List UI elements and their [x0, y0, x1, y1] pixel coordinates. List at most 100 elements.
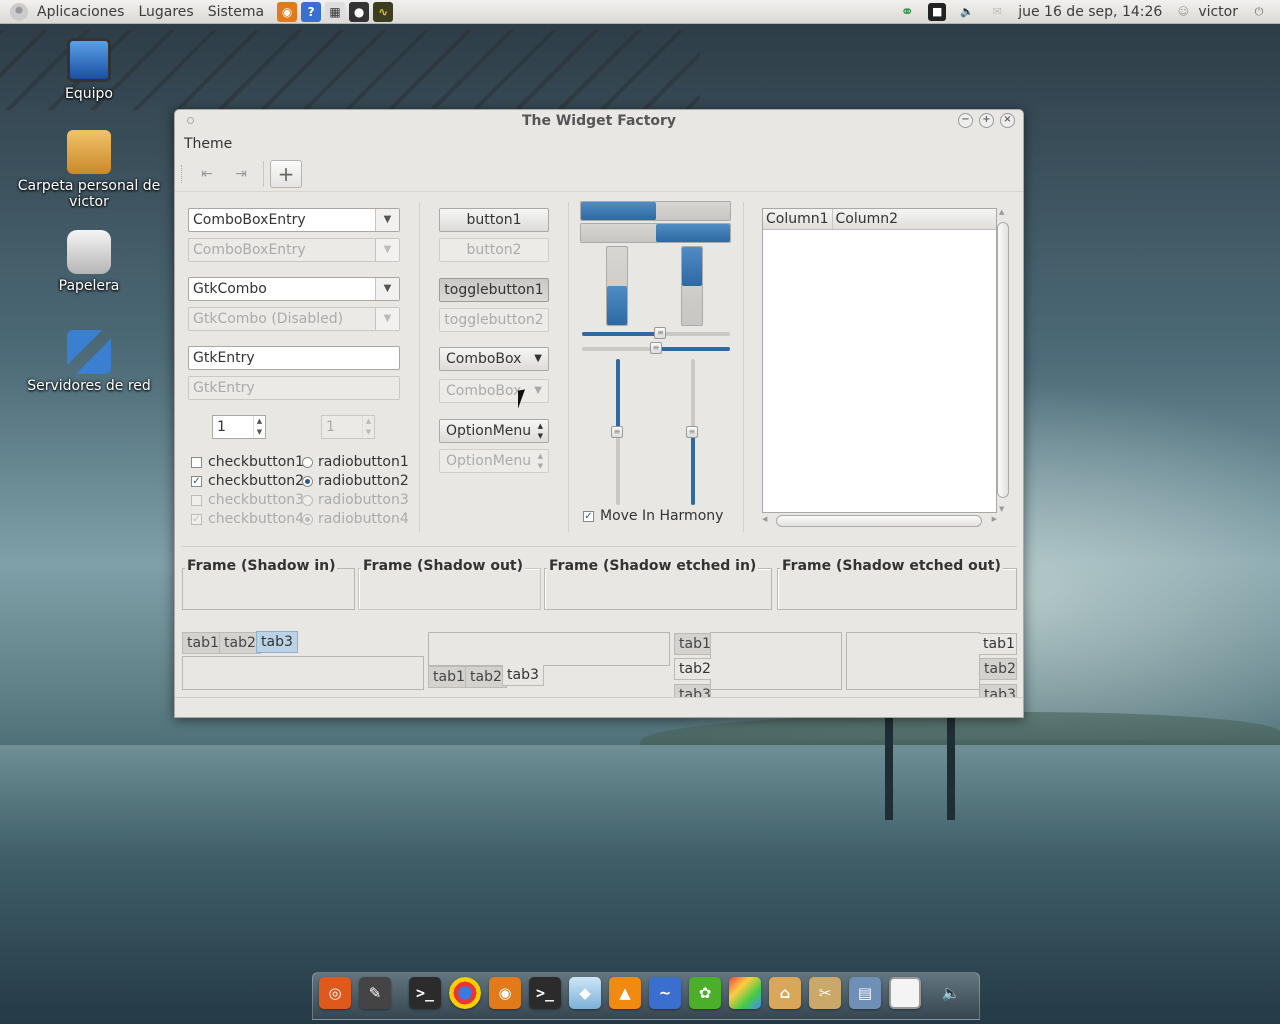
spin-button[interactable]: 1 ▲ ▼: [212, 415, 266, 439]
launcher-monitor-icon[interactable]: ∿: [373, 1, 394, 22]
dock-home-folder-icon[interactable]: ⌂: [769, 977, 801, 1009]
gtk-entry-disabled-text: GtkEntry: [193, 380, 255, 396]
maximize-icon[interactable]: +: [979, 113, 994, 128]
radio[interactable]: [302, 456, 313, 468]
column-header-2[interactable]: Column2: [833, 209, 902, 229]
checkbox[interactable]: [191, 456, 202, 468]
tab[interactable]: tab3: [979, 684, 1017, 698]
user-icon: ☺: [1177, 5, 1190, 18]
tab[interactable]: tab1: [182, 632, 224, 654]
radiobutton1[interactable]: radiobutton1: [302, 453, 409, 471]
combobox-entry[interactable]: ComboBoxEntry ▼: [188, 208, 400, 232]
dock-paint-icon[interactable]: [729, 977, 761, 1009]
tab[interactable]: tab3: [674, 684, 711, 698]
desktop-icon-home[interactable]: Carpeta personal de victor: [14, 130, 164, 210]
launcher-screenshot-icon[interactable]: ▦: [325, 1, 346, 22]
update-icon[interactable]: ■: [928, 2, 947, 21]
button1[interactable]: button1: [439, 208, 549, 232]
minimize-icon[interactable]: −: [958, 113, 973, 128]
tab[interactable]: tab1: [674, 633, 711, 655]
tab-selected[interactable]: tab3: [256, 631, 298, 653]
scale-handle[interactable]: ≡: [650, 342, 662, 354]
dock-gimp-icon[interactable]: ✎: [359, 977, 391, 1009]
desktop-icon-trash[interactable]: Papelera: [14, 230, 164, 294]
scroll-thumb[interactable]: [997, 222, 1009, 498]
close-icon[interactable]: ×: [1000, 113, 1015, 128]
column-header-1[interactable]: Column1: [763, 209, 833, 229]
tab[interactable]: tab2: [219, 632, 261, 654]
radio-selected[interactable]: [302, 475, 313, 487]
menu-places[interactable]: Lugares: [131, 4, 200, 20]
tree-vertical-scrollbar[interactable]: ▲ ▼: [996, 208, 1010, 513]
tab-current[interactable]: tab3: [502, 665, 544, 686]
menu-theme[interactable]: Theme: [184, 136, 232, 152]
scroll-down-icon[interactable]: ▼: [999, 505, 1004, 513]
window-menu-icon[interactable]: [187, 117, 194, 124]
goto-last-icon[interactable]: ⇥: [227, 161, 255, 187]
chevron-down-icon[interactable]: ▼: [375, 278, 399, 300]
vscale-1[interactable]: ≡: [611, 359, 623, 505]
chevron-down-icon[interactable]: ▼: [375, 209, 399, 231]
checkbox-checked[interactable]: ✓: [191, 475, 202, 487]
desktop-icon-computer[interactable]: Equipo: [14, 38, 164, 102]
dock-settings-icon[interactable]: ✿: [689, 977, 721, 1009]
scale-handle[interactable]: ≡: [611, 426, 623, 438]
scale-handle[interactable]: ≡: [686, 426, 698, 438]
spin-arrows-icon[interactable]: ▲ ▼: [253, 416, 265, 438]
toolbar-grip[interactable]: [181, 164, 185, 183]
goto-first-icon[interactable]: ⇤: [193, 161, 221, 187]
dock-volume-icon[interactable]: 🔈: [939, 977, 963, 1009]
tab[interactable]: tab2: [979, 658, 1017, 680]
dock-ubuntu-icon[interactable]: ◎: [319, 977, 351, 1009]
option-menu[interactable]: OptionMenu ▲ ▼: [439, 419, 549, 443]
checkbutton2[interactable]: ✓ checkbutton2: [191, 472, 304, 490]
dock-files-icon[interactable]: ▤: [849, 977, 881, 1009]
dock-chrome-icon[interactable]: [449, 977, 481, 1009]
gtk-combo[interactable]: GtkCombo ▼: [188, 277, 400, 301]
dock-window-icon[interactable]: [889, 977, 921, 1009]
power-icon[interactable]: ⏻: [1250, 3, 1268, 21]
volume-icon[interactable]: 🔈: [958, 3, 976, 21]
combobox[interactable]: ComboBox ▼: [439, 347, 549, 371]
scale-handle[interactable]: ≡: [654, 327, 667, 339]
checkbutton1[interactable]: checkbutton1: [191, 453, 304, 471]
launcher-help-icon[interactable]: ?: [301, 1, 322, 22]
scroll-right-icon[interactable]: ▶: [992, 515, 997, 523]
tab[interactable]: tab2: [465, 666, 507, 688]
hscale-1[interactable]: ≡: [582, 327, 730, 339]
dock-terminal-icon[interactable]: >_: [409, 977, 441, 1009]
scroll-left-icon[interactable]: ◀: [762, 515, 767, 523]
vscale-2[interactable]: ≡: [686, 359, 698, 505]
scroll-thumb[interactable]: [776, 515, 982, 527]
dock-browser-icon[interactable]: ◉: [489, 977, 521, 1009]
menu-system[interactable]: Sistema: [201, 4, 271, 20]
radiobutton2[interactable]: radiobutton2: [302, 472, 409, 490]
dock-vlc-icon[interactable]: ▲: [609, 977, 641, 1009]
launcher-browser-icon[interactable]: ◉: [277, 1, 298, 22]
dock-terminal-2-icon[interactable]: >_: [529, 977, 561, 1009]
add-icon[interactable]: +: [270, 159, 302, 188]
tree-horizontal-scrollbar[interactable]: ◀ ▶: [762, 514, 997, 528]
menu-applications[interactable]: Aplicaciones: [30, 4, 131, 20]
tab[interactable]: tab1: [428, 666, 470, 688]
user-menu[interactable]: ☺ victor: [1174, 3, 1238, 21]
tab-current[interactable]: tab2: [674, 658, 711, 680]
dock-archive-icon[interactable]: ✂: [809, 977, 841, 1009]
scroll-up-icon[interactable]: ▲: [999, 208, 1004, 216]
tree-view[interactable]: Column1 Column2: [762, 208, 997, 513]
network-manager-icon[interactable]: ⚭: [898, 2, 916, 21]
titlebar[interactable]: The Widget Factory − + ×: [175, 110, 1023, 132]
launcher-media-icon[interactable]: ●: [349, 1, 370, 22]
gtk-entry[interactable]: GtkEntry: [188, 346, 400, 370]
dock-openoffice-icon[interactable]: ~: [649, 977, 681, 1009]
move-in-harmony[interactable]: ✓ Move In Harmony: [583, 507, 723, 525]
hscale-2[interactable]: ≡: [582, 342, 730, 354]
clock[interactable]: jue 16 de sep, 14:26: [1018, 4, 1162, 20]
checkbox-checked[interactable]: ✓: [583, 510, 594, 522]
togglebutton1[interactable]: togglebutton1: [439, 278, 549, 302]
tab-current[interactable]: tab1: [979, 633, 1017, 655]
gnome-foot-icon[interactable]: [10, 2, 28, 21]
dock-cube-icon[interactable]: ◆: [569, 977, 601, 1009]
mail-icon[interactable]: ✉: [988, 3, 1006, 21]
desktop-icon-network[interactable]: Servidores de red: [14, 330, 164, 394]
